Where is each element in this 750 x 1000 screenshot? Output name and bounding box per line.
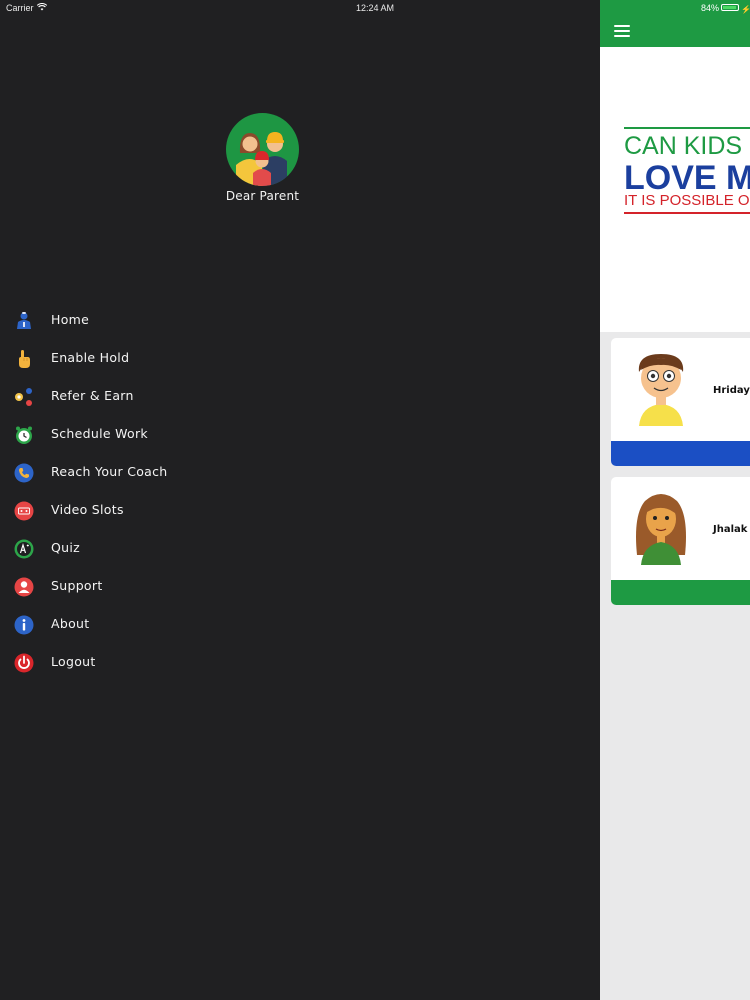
menu-item-refer-earn[interactable]: Refer & Earn [0,378,600,416]
family-avatar-icon[interactable] [226,113,299,186]
child-card[interactable]: Hriday [611,338,750,466]
menu-item-support[interactable]: Support [0,568,600,606]
phone-icon [14,463,34,483]
child-name: Hriday [713,385,750,396]
menu-item-schedule-work[interactable]: Schedule Work [0,416,600,454]
menu-label-logout: Logout [51,654,96,669]
child-name: Jhalak . [713,524,750,535]
video-slots-icon [14,501,34,521]
banner-line-3: IT IS POSSIBLE O [624,192,750,209]
menu-label-home: Home [51,312,90,327]
hand-pointer-icon [19,350,30,368]
home-icon [17,312,31,329]
menu-item-home[interactable]: Home [0,302,600,340]
menu-item-logout[interactable]: Logout [0,644,600,682]
child-card-footer [611,441,750,466]
power-icon [14,653,34,673]
profile-name: Dear Parent [225,189,300,203]
menu-label-quiz: Quiz [51,540,80,555]
drawer-menu: Home Enable Hold Refer & Earn Schedule W… [0,302,600,682]
alarm-clock-icon [16,426,32,444]
banner-line-1: CAN KIDS E [624,132,750,160]
share-dots-icon [15,388,32,406]
banner-rule-bottom [624,212,750,214]
battery-icon [721,4,739,11]
menu-item-enable-hold[interactable]: Enable Hold [0,340,600,378]
menu-item-about[interactable]: About [0,606,600,644]
menu-label-about: About [51,616,90,631]
charging-icon: ⚡ [741,5,750,14]
banner-rule-top [624,127,750,129]
menu-label-reach-your-coach: Reach Your Coach [51,464,168,479]
promo-banner[interactable]: CAN KIDS E LOVE MA IT IS POSSIBLE O [600,47,750,332]
menu-label-schedule-work: Schedule Work [51,426,148,441]
status-bar: Carrier 12:24 AM 84% ⚡ [0,0,750,16]
support-user-icon [14,577,34,597]
info-icon [14,615,34,635]
boy-avatar-icon [638,354,684,426]
girl-avatar-icon [636,494,686,565]
menu-item-video-slots[interactable]: Video Slots [0,492,600,530]
battery-percent: 84% [701,3,720,13]
status-time: 12:24 AM [355,3,395,13]
menu-label-enable-hold: Enable Hold [51,350,130,365]
menu-item-reach-your-coach[interactable]: Reach Your Coach [0,454,600,492]
child-card[interactable]: Jhalak . [611,477,750,605]
main-content-panel: CAN KIDS E LOVE MA IT IS POSSIBLE O Hrid… [600,0,750,1000]
menu-toggle-icon[interactable] [614,25,630,37]
menu-label-video-slots: Video Slots [51,502,124,517]
menu-label-refer-earn: Refer & Earn [51,388,134,403]
navigation-drawer: Dear Parent Home Enable Hold Refer & Ear… [0,0,600,1000]
child-card-footer [611,580,750,605]
menu-item-quiz[interactable]: Quiz [0,530,600,568]
quiz-grade-icon [14,539,34,559]
menu-label-support: Support [51,578,103,593]
